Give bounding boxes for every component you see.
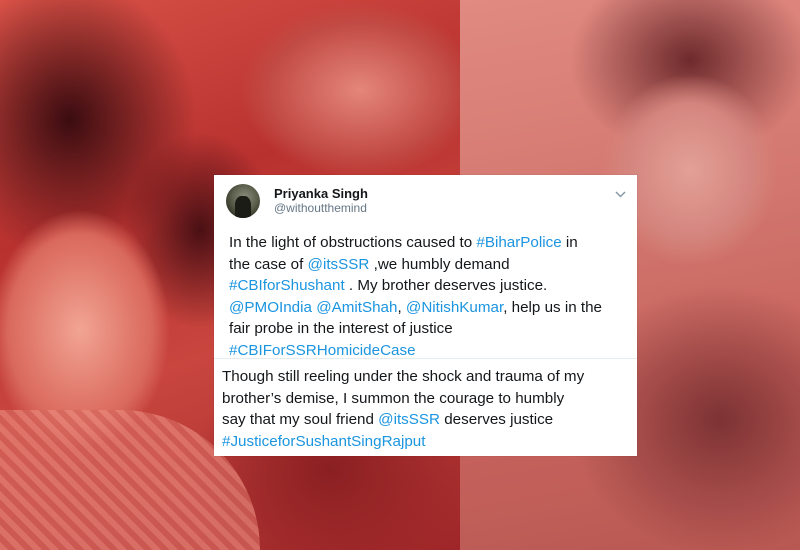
tweet-text-segment: . My brother deserves justice. (344, 277, 548, 294)
hashtag-link[interactable]: #CBIforShushant (229, 277, 345, 294)
tweet-text: In the light of obstructions caused to #… (226, 232, 625, 361)
tweet-line: Though still reeling under the shock and… (222, 366, 621, 388)
display-name[interactable]: Priyanka Singh (274, 186, 368, 202)
hashtag-link[interactable]: #JusticeforSushantSingRajput (222, 433, 425, 450)
tweet-line: say that my soul friend @itsSSR deserves… (222, 409, 621, 431)
tweet-line: @PMOIndia @AmitShah, @NitishKumar, help … (229, 297, 621, 319)
avatar[interactable] (226, 184, 260, 218)
tweet-line: brother’s demise, I summon the courage t… (222, 388, 621, 410)
tweet-line: #CBIforShushant . My brother deserves ju… (229, 275, 621, 297)
tweet-line: fair probe in the interest of justice (229, 318, 621, 340)
mention-link[interactable]: @AmitShah (316, 299, 397, 316)
tweet-text-segment: say that my soul friend (222, 411, 379, 428)
tweet-text-segment: fair probe in the interest of justice (229, 320, 453, 337)
mention-link[interactable]: @itsSSR (308, 256, 370, 273)
tweet-text-segment: , help us in the (503, 298, 602, 316)
tweet-line: the case of @itsSSR ,we humbly demand (229, 254, 621, 276)
tweet-author-row[interactable]: Priyanka Singh @withoutthemind (226, 183, 625, 219)
chevron-down-icon[interactable] (613, 187, 627, 201)
tweet-text-segment: ,we humbly demand (369, 255, 510, 273)
tweet-text-segment: , (397, 298, 406, 316)
tweet-card: Priyanka Singh @withoutthemind In the li… (214, 175, 637, 456)
tweet-text-secondary: Though still reeling under the shock and… (222, 366, 625, 452)
mention-link[interactable]: @NitishKumar (406, 299, 503, 316)
tweet-line: #JusticeforSushantSingRajput (222, 431, 621, 453)
hashtag-link[interactable]: #CBIForSSRHomicideCase (229, 342, 416, 359)
author-names: Priyanka Singh @withoutthemind (274, 186, 368, 216)
tweet-primary: Priyanka Singh @withoutthemind In the li… (214, 175, 637, 361)
tweet-line: #CBIForSSRHomicideCase (229, 340, 621, 362)
mention-link[interactable]: @PMOIndia (229, 299, 312, 316)
mention-link[interactable]: @itsSSR (378, 411, 440, 428)
tweet-secondary: Though still reeling under the shock and… (214, 359, 637, 452)
tweet-text-segment: deserves justice (440, 411, 554, 428)
hashtag-link[interactable]: #BiharPolice (476, 234, 561, 251)
tweet-text-segment: In the light of obstructions caused to (229, 234, 477, 251)
tweet-text-segment: brother’s demise, I summon the courage t… (222, 389, 565, 407)
tweet-line: In the light of obstructions caused to #… (229, 232, 621, 254)
tweet-text-segment: Though still reeling under the shock and… (222, 368, 585, 385)
tweet-text-segment: the case of (229, 255, 308, 273)
user-handle[interactable]: @withoutthemind (274, 201, 368, 216)
tweet-text-segment: in (561, 234, 578, 251)
